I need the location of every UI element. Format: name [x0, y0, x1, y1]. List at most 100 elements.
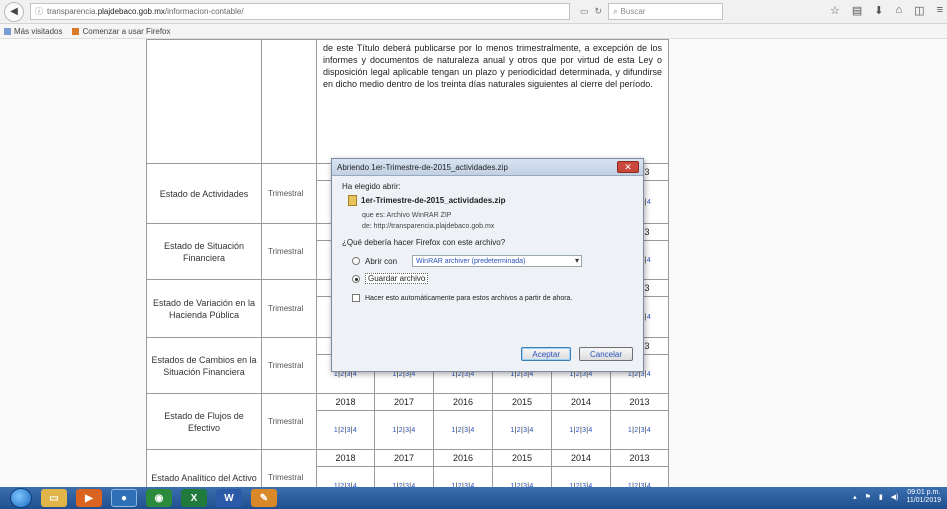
- back-button[interactable]: ◀: [4, 1, 24, 22]
- excel-icon[interactable]: X: [181, 489, 207, 507]
- year-cell: 2015: [492, 449, 552, 467]
- volume-icon[interactable]: ◀): [891, 493, 899, 501]
- quarter-link[interactable]: 4: [647, 257, 651, 264]
- file-source: de: http://transparencia.plajdebaco.gob.…: [362, 223, 495, 230]
- open-with-select[interactable]: WinRAR archiver (predeterminada): [412, 255, 583, 267]
- close-button[interactable]: ✕: [617, 161, 639, 173]
- start-button[interactable]: [10, 488, 32, 508]
- screen: ◀ ⓘ transparencia. plajdebaco.gob.mx /in…: [0, 0, 947, 509]
- open-with-option[interactable]: Abrir con WinRAR archiver (predeterminad…: [352, 255, 633, 267]
- year-cell: 2015: [492, 393, 552, 411]
- year-cell: 2018: [316, 393, 375, 411]
- quarter-link[interactable]: 4: [588, 427, 592, 434]
- save-file-label: Guardar archivo: [365, 273, 429, 284]
- chrome-icon[interactable]: ◉: [146, 489, 172, 507]
- search-placeholder: Buscar: [620, 7, 646, 16]
- left-margin: [0, 39, 146, 487]
- right-margin: [668, 39, 947, 487]
- bookmark-label: Más visitados: [14, 26, 63, 36]
- search-input[interactable]: ⌕ Buscar: [608, 3, 724, 20]
- taskbar: ▭ ▶ ● ◉ X W ✎ ▴ ⚑ ▮ ◀) 09:01 p.m. 11/01/…: [0, 487, 947, 509]
- toolbar-icons: ☆ ▤ ⬇ ⌂ ◫ ≡: [830, 4, 943, 17]
- year-cell: 2018: [316, 449, 375, 467]
- save-file-option[interactable]: Guardar archivo: [352, 273, 633, 284]
- search-icon: ⌕: [613, 6, 618, 16]
- paint-icon[interactable]: ✎: [251, 489, 277, 507]
- period-cell: Trimestral: [261, 163, 317, 224]
- quarter-link[interactable]: 4: [647, 371, 651, 378]
- dialog-buttons: Aceptar Cancelar: [521, 347, 633, 361]
- quarter-links-cell: 1|2|3|4: [316, 410, 375, 450]
- url-host: plajdebaco.gob.mx: [97, 7, 165, 16]
- download-icon[interactable]: ⬇: [874, 4, 883, 17]
- period-cell: Trimestral: [261, 393, 317, 450]
- dialog-title-text: Abriendo 1er-Trimestre-de-2015_actividad…: [337, 162, 508, 172]
- period-cell: Trimestral: [261, 337, 317, 394]
- bookmark-star-icon[interactable]: ☆: [830, 4, 840, 17]
- flag-icon[interactable]: ⚑: [865, 493, 871, 501]
- home-icon[interactable]: ⌂: [896, 4, 903, 17]
- page-content: de este Título deberá publicarse por lo …: [0, 39, 947, 506]
- reader-icon[interactable]: ▭: [580, 6, 589, 17]
- clock-time: 09:01 p.m.: [907, 489, 941, 496]
- file-type: que es: Archivo WinRAR ZIP: [362, 212, 452, 219]
- dialog-intro: Ha elegido abrir:: [342, 182, 401, 191]
- url-prefix: transparencia.: [47, 7, 98, 16]
- pocket-icon[interactable]: ◫: [914, 4, 924, 17]
- menu-icon[interactable]: ≡: [937, 4, 943, 17]
- quarter-link[interactable]: 4: [647, 199, 651, 206]
- empty-cell: [146, 39, 262, 164]
- media-player-icon[interactable]: ▶: [76, 489, 102, 507]
- intro-text: de este Título deberá publicarse por lo …: [315, 39, 670, 164]
- empty-cell: [261, 39, 317, 164]
- info-icon: ⓘ: [35, 7, 43, 16]
- open-with-value: WinRAR archiver (predeterminada): [416, 257, 526, 265]
- auto-checkbox[interactable]: [352, 294, 360, 302]
- table-row: Estado de Flujos de Efectivo Trimestral 20…: [146, 393, 670, 450]
- firefox-icon: [72, 27, 80, 35]
- quarter-link[interactable]: 4: [647, 314, 651, 321]
- year-cell: 2017: [374, 449, 434, 467]
- year-cell: 2016: [433, 449, 493, 467]
- dialog-question: ¿Qué debería hacer Firefox con este arch…: [342, 238, 506, 247]
- quarter-link[interactable]: 4: [529, 427, 533, 434]
- open-with-label: Abrir con: [365, 256, 398, 266]
- url-icons: ▭ ↻: [580, 6, 602, 17]
- clock[interactable]: 09:01 p.m. 11/01/2019: [906, 489, 941, 505]
- clock-date: 11/01/2019: [906, 497, 941, 504]
- statement-name: Estados de Cambios en la Situación Finan…: [146, 337, 262, 394]
- gear-icon: [4, 27, 11, 35]
- quarter-link[interactable]: 4: [411, 427, 415, 434]
- bookmark-label: Comenzar a usar Firefox: [82, 26, 171, 36]
- quarter-link[interactable]: 4: [353, 427, 357, 434]
- network-icon[interactable]: ▮: [879, 493, 883, 501]
- auto-label: Hacer esto automáticamente para estos ar…: [365, 294, 573, 302]
- quarter-links-cell: 1|2|3|4: [551, 410, 611, 450]
- year-cell: 2013: [609, 449, 670, 467]
- year-cell: 2013: [609, 393, 670, 411]
- save-file-radio[interactable]: [352, 274, 360, 283]
- table-row: Estado Analítico del Activo Trimestral 201…: [146, 449, 670, 506]
- bookmark-getting-started[interactable]: Comenzar a usar Firefox: [72, 26, 171, 36]
- library-icon[interactable]: ▤: [852, 4, 862, 17]
- period-cell: Trimestral: [261, 279, 317, 338]
- quarter-link[interactable]: 4: [470, 427, 474, 434]
- bookmark-most-visited[interactable]: Más visitados: [4, 27, 62, 36]
- auto-option[interactable]: Hacer esto automáticamente para estos ar…: [352, 294, 633, 302]
- year-cell: 2017: [374, 393, 434, 411]
- firefox-icon[interactable]: ●: [111, 489, 137, 507]
- word-icon[interactable]: W: [216, 489, 242, 507]
- quarter-link[interactable]: 4: [647, 427, 651, 434]
- cancel-button[interactable]: Cancelar: [578, 347, 633, 361]
- ok-button[interactable]: Aceptar: [521, 347, 571, 361]
- quarter-links-cell: 1|2|3|4: [492, 410, 552, 450]
- open-with-radio[interactable]: [352, 257, 360, 265]
- tray-arrow-icon[interactable]: ▴: [853, 493, 857, 501]
- statement-name: Estado de Actividades: [146, 163, 262, 224]
- explorer-icon[interactable]: ▭: [41, 489, 67, 507]
- address-bar[interactable]: ⓘ transparencia. plajdebaco.gob.mx /info…: [30, 3, 570, 20]
- reload-icon[interactable]: ↻: [595, 6, 603, 17]
- browser-navbar: ◀ ⓘ transparencia. plajdebaco.gob.mx /in…: [0, 0, 947, 24]
- download-dialog: Abriendo 1er-Trimestre-de-2015_actividad…: [331, 158, 644, 372]
- dialog-title: Abriendo 1er-Trimestre-de-2015_actividad…: [332, 159, 643, 176]
